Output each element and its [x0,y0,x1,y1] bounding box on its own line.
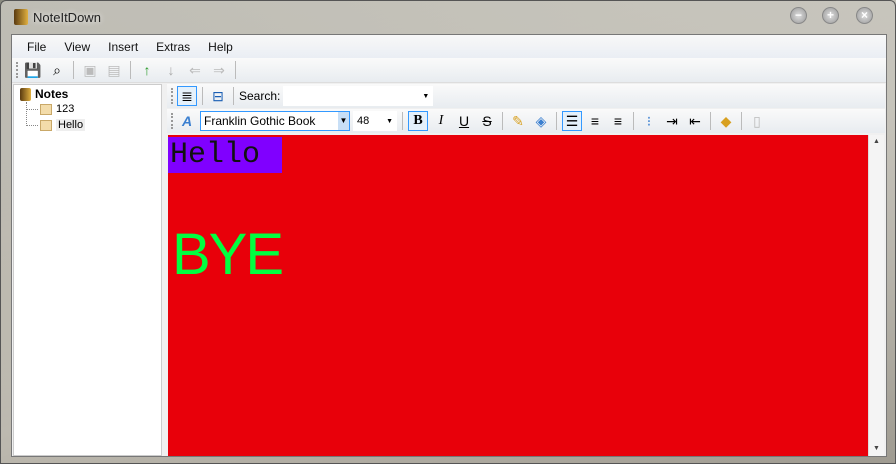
vertical-scrollbar[interactable]: ▲ ▼ [868,135,884,456]
tree-line [26,109,38,126]
font-name: Franklin Gothic Book [204,114,316,128]
scroll-down-icon[interactable]: ▼ [869,442,884,456]
separator [73,61,74,79]
tree-item-label: Hello [56,119,86,131]
background-color-icon[interactable]: ◆ [716,111,736,131]
separator [502,112,503,130]
menu-help[interactable]: Help [199,40,242,54]
move-left-icon[interactable]: ⇐ [185,60,205,80]
client-area: File View Insert Extras Help 💾 ⌕ ▣ ▤ ↑ ↓… [11,34,887,457]
text-color-icon[interactable]: ✎ [508,111,528,131]
separator [202,87,203,105]
chevron-down-icon[interactable]: ▼ [422,93,429,100]
document-area[interactable]: Hello BYE [168,135,868,456]
chevron-down-icon[interactable]: ▼ [338,112,349,130]
maximize-button[interactable]: + [822,7,839,24]
menu-insert[interactable]: Insert [99,40,147,54]
underline-button[interactable]: U [454,111,474,131]
chevron-down-icon[interactable]: ▼ [386,118,393,125]
save-icon[interactable]: 💾 [23,60,43,80]
tree-root-label: Notes [35,87,69,101]
document-line-hello: Hello [168,137,283,173]
format-toolbar: A Franklin Gothic Book ▼ 48 ▼ B I U S ✎ ◈ … [167,109,885,133]
main-toolbar: 💾 ⌕ ▣ ▤ ↑ ↓ ⇐ ⇒ [12,58,886,83]
search-toolbar: ≣ ⊟ Search: ▼ [167,84,885,108]
toolbar-grip[interactable] [171,113,174,129]
notes-tree: Notes 123 Hello [13,84,162,456]
tree-root[interactable]: Notes [20,87,68,101]
text-view-icon[interactable]: ≣ [177,86,197,106]
separator [556,112,557,130]
separator [235,61,236,79]
tree-item-selected[interactable]: Hello [40,119,86,131]
notebook-icon [20,87,31,101]
separator [741,112,742,130]
bold-button[interactable]: B [408,111,428,131]
scroll-up-icon[interactable]: ▲ [869,135,884,149]
app-icon [14,9,28,25]
menu-bar: File View Insert Extras Help [12,35,886,58]
fill-color-icon[interactable]: ◈ [531,111,551,131]
separator [130,61,131,79]
search-label: Search: [239,89,281,103]
window-title: NoteItDown [33,10,101,25]
menu-view[interactable]: View [55,40,99,54]
add-note-icon[interactable]: ▣ [80,60,100,80]
add-folder-icon[interactable]: ▤ [104,60,124,80]
move-up-icon[interactable]: ↑ [137,60,157,80]
move-down-icon[interactable]: ↓ [161,60,181,80]
note-icon [40,119,52,131]
italic-button[interactable]: I [431,111,451,131]
editor-pane: ≣ ⊟ Search: ▼ A Franklin Gothic Book ▼ 48… [167,84,885,456]
tree-item-label: 123 [56,103,75,115]
menu-file[interactable]: File [18,40,55,54]
strikethrough-button[interactable]: S [477,111,497,131]
font-size: 48 [357,115,370,127]
font-style-icon[interactable]: A [177,111,197,131]
document-line-bye: BYE [172,222,284,287]
align-right-icon[interactable]: ≡ [608,111,628,131]
size-combo[interactable]: 48 ▼ [353,111,397,131]
separator [710,112,711,130]
toolbar-grip[interactable] [171,88,174,104]
note-icon [40,103,52,115]
align-left-icon[interactable]: ☰ [562,111,582,131]
separator [402,112,403,130]
indent-icon[interactable]: ⇥ [662,111,682,131]
search-combo[interactable]: ▼ [283,86,434,106]
close-button[interactable]: × [856,7,873,24]
font-combo[interactable]: Franklin Gothic Book ▼ [200,111,350,131]
page-icon[interactable]: ▯ [747,111,767,131]
separator [633,112,634,130]
outdent-icon[interactable]: ⇤ [685,111,705,131]
minimize-button[interactable]: − [790,7,807,24]
menu-extras[interactable]: Extras [147,40,199,54]
tree-item[interactable]: 123 [40,103,74,115]
find-icon[interactable]: ⌕ [47,60,67,80]
insert-link-icon[interactable]: ⊟ [208,86,228,106]
app-window: NoteItDown − + × File View Insert Extras… [0,0,896,464]
align-center-icon[interactable]: ≡ [585,111,605,131]
move-right-icon[interactable]: ⇒ [209,60,229,80]
separator [233,87,234,105]
bullet-list-icon[interactable]: ⁝ [639,111,659,131]
toolbar-grip[interactable] [16,62,19,78]
